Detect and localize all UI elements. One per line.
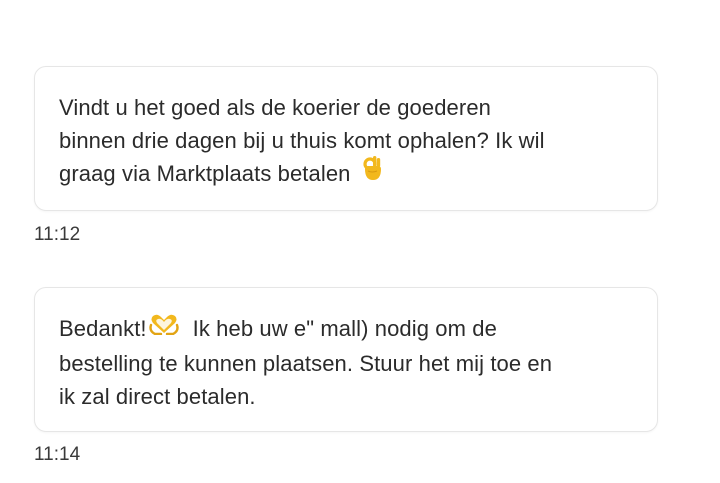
message-line: graag via Marktplaats betalen bbox=[59, 155, 633, 193]
message-line: Bedankt! Ik heb uw e" mall) nodig om de bbox=[59, 312, 633, 347]
message-text: graag via Marktplaats betalen bbox=[59, 161, 351, 186]
heart-hands-icon bbox=[148, 311, 179, 344]
message-line: binnen drie dagen bij u thuis komt ophal… bbox=[59, 128, 545, 153]
message-bubble: Bedankt! Ik heb uw e" mall) nodig om de … bbox=[34, 287, 658, 432]
message-timestamp: 11:12 bbox=[34, 224, 81, 245]
message-line: Vindt u het goed als de koerier de goede… bbox=[59, 95, 491, 120]
message-line: bestelling te kunnen plaatsen. Stuur het… bbox=[59, 350, 553, 376]
message-text: Bedankt! bbox=[59, 316, 147, 341]
ok-hand-icon bbox=[362, 155, 383, 190]
message-bubble: Vindt u het goed als de koerier de goede… bbox=[34, 66, 658, 211]
message-timestamp: 11:14 bbox=[34, 444, 81, 465]
message-line: ik zal direct betalen. bbox=[59, 383, 256, 409]
chat-thread: Vindt u het goed als de koerier de goede… bbox=[0, 0, 720, 483]
message-text: Ik heb uw e" mall) nodig om de bbox=[192, 316, 497, 341]
